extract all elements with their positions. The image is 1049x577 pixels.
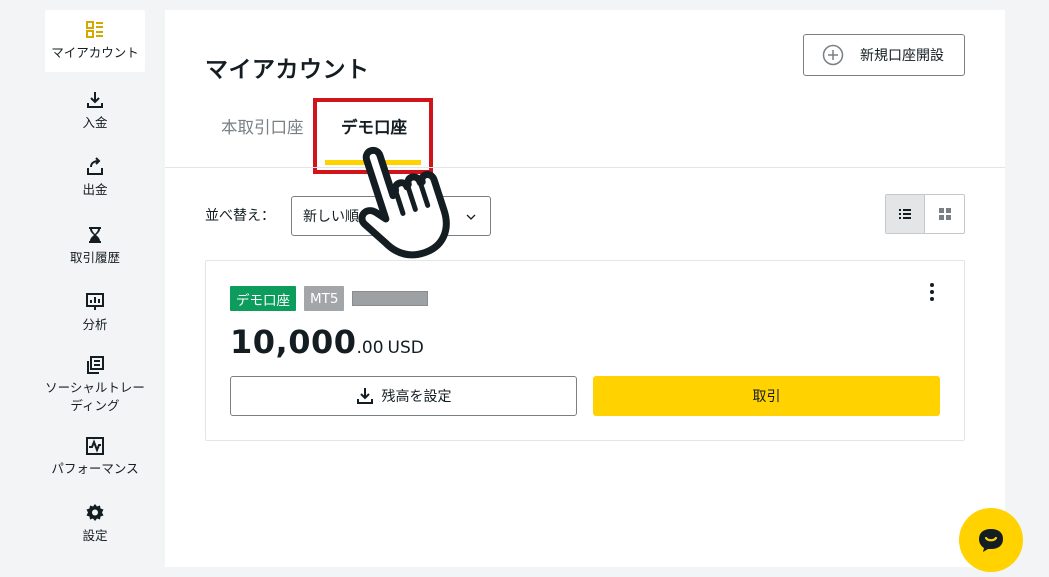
hourglass-icon — [89, 226, 101, 243]
sort-label: 並べ替え： — [205, 208, 275, 224]
new-account-label: 新規口座開設 — [860, 48, 944, 64]
sidebar-item-label: パフォーマンス — [51, 460, 139, 476]
tab-real-account[interactable]: 本取引口座 — [221, 114, 304, 138]
download-icon — [87, 91, 103, 108]
account-balance: 10,000 .00 USD — [230, 323, 424, 361]
sidebar-item-label: 出金 — [82, 182, 108, 198]
account-number-redacted — [352, 291, 429, 306]
chart-line-icon — [86, 436, 104, 455]
sidebar-item-analytics[interactable]: 分析 — [45, 280, 145, 348]
sidebar-item-label: ソーシャルトレーディング — [45, 380, 145, 413]
account-card: デモ口座 MT5 10,000 .00 USD 残高を設定 取引 — [205, 260, 965, 441]
page-title: マイアカウント — [205, 57, 370, 83]
sidebar-item-label: 分析 — [82, 317, 108, 333]
list-view-button[interactable] — [886, 195, 926, 233]
list-icon — [899, 209, 911, 219]
balance-amount: 10,000 — [230, 323, 357, 361]
sidebar-item-social-trading[interactable]: ソーシャルトレーディング — [45, 347, 145, 423]
sidebar-item-withdraw[interactable]: 出金 — [45, 145, 145, 213]
sidebar-item-label: 設定 — [82, 528, 108, 544]
sidebar-item-label: 入金 — [82, 114, 108, 130]
trade-label: 取引 — [752, 389, 781, 405]
new-account-button[interactable]: 新規口座開設 — [803, 34, 965, 76]
upload-icon — [87, 157, 103, 176]
set-balance-label: 残高を設定 — [381, 389, 452, 405]
account-badges: デモ口座 MT5 — [230, 286, 429, 311]
grid-view-button[interactable] — [925, 195, 964, 233]
sidebar-item-deposit[interactable]: 入金 — [45, 77, 145, 145]
balance-currency: USD — [387, 338, 424, 358]
grid-icon — [938, 208, 951, 220]
gear-icon — [86, 504, 104, 522]
sidebar-item-performance[interactable]: パフォーマンス — [45, 423, 145, 491]
account-type-badge: デモ口座 — [230, 286, 296, 311]
chevron-down-icon — [466, 214, 476, 220]
sidebar-item-label: 取引履歴 — [69, 249, 120, 265]
sidebar-item-settings[interactable]: 設定 — [45, 491, 145, 559]
sidebar-item-history[interactable]: 取引履歴 — [45, 212, 145, 280]
tab-divider — [165, 167, 1005, 168]
sidebar-item-label: マイアカウント — [51, 45, 139, 60]
set-balance-button[interactable]: 残高を設定 — [230, 376, 577, 416]
view-toggle — [885, 194, 965, 234]
copy-icon — [87, 356, 104, 374]
more-options-icon[interactable] — [924, 281, 940, 303]
main-panel: マイアカウント 新規口座開設 本取引口座 デモ口座 並べ替え： 新しい順 デモ口… — [165, 10, 1005, 567]
download-icon — [356, 388, 373, 404]
platform-badge: MT5 — [304, 286, 345, 311]
analytics-icon — [86, 293, 104, 311]
trade-button[interactable]: 取引 — [593, 376, 940, 416]
chat-bubble-icon — [979, 529, 1003, 552]
balance-cents: .00 — [356, 338, 384, 358]
sidebar-item-my-account[interactable]: マイアカウント — [45, 10, 145, 72]
pointing-hand-icon — [358, 146, 450, 259]
dashboard-icon — [86, 21, 103, 38]
chat-button[interactable] — [959, 508, 1023, 572]
sidebar: マイアカウント 入金 出金 取引履歴 分析 ソーシャルトレーディング パフォーマ… — [45, 10, 145, 558]
plus-circle-icon — [822, 44, 844, 66]
